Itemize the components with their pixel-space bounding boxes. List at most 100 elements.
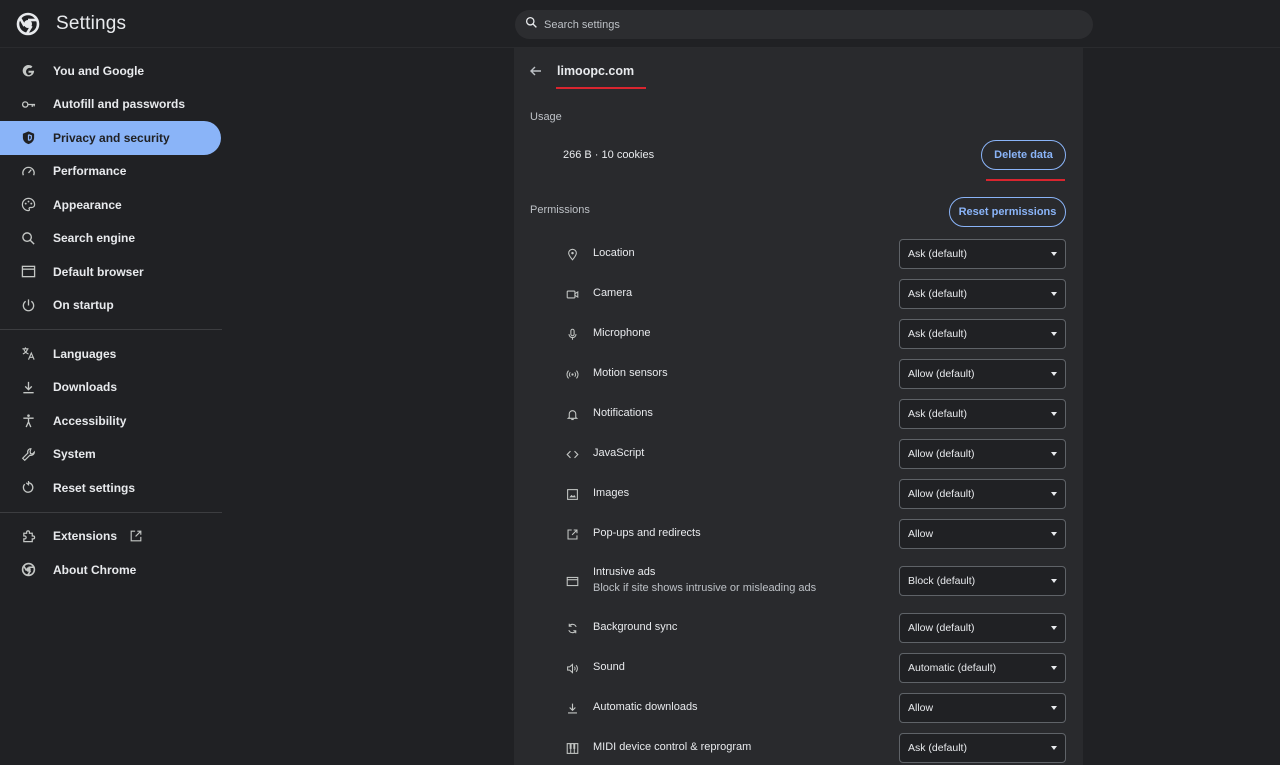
- permission-select-images[interactable]: Allow (default): [899, 479, 1066, 509]
- speedometer-icon: [20, 163, 36, 179]
- select-value: Allow (default): [908, 622, 975, 634]
- sidebar-item-performance[interactable]: Performance: [0, 155, 221, 189]
- delete-data-button[interactable]: Delete data: [981, 140, 1066, 170]
- permission-select-midi-device-control-reprogram[interactable]: Ask (default): [899, 733, 1066, 763]
- sidebar-item-accessibility[interactable]: Accessibility: [0, 404, 221, 438]
- select-value: Ask (default): [908, 248, 967, 260]
- sidebar-item-on-startup[interactable]: On startup: [0, 289, 221, 323]
- speaker-icon: [565, 661, 579, 675]
- annotation-underline: [986, 179, 1065, 181]
- permission-select-microphone[interactable]: Ask (default): [899, 319, 1066, 349]
- permission-select-location[interactable]: Ask (default): [899, 239, 1066, 269]
- search-bar[interactable]: [515, 10, 1093, 39]
- select-value: Automatic (default): [908, 662, 997, 674]
- site-title: limoopc.com: [557, 64, 635, 78]
- permission-select-background-sync[interactable]: Allow (default): [899, 613, 1066, 643]
- permission-row-pop-ups-and-redirects: Pop-ups and redirects Allow: [514, 514, 1083, 554]
- select-value: Ask (default): [908, 328, 967, 340]
- reset-icon: [20, 480, 36, 496]
- location-pin-icon: [565, 247, 579, 261]
- permission-row-javascript: JavaScript Allow (default): [514, 434, 1083, 474]
- download-icon: [565, 701, 579, 715]
- google-icon: [20, 63, 36, 79]
- sidebar-item-label: You and Google: [53, 63, 145, 78]
- reset-permissions-button[interactable]: Reset permissions: [949, 197, 1066, 227]
- sidebar-item-search-engine[interactable]: Search engine: [0, 222, 221, 256]
- permission-label: Motion sensors: [593, 367, 668, 379]
- caret-down-icon: [1051, 706, 1057, 710]
- permission-label: MIDI device control & reprogram: [593, 741, 752, 753]
- microphone-icon: [565, 327, 579, 341]
- permission-label: Intrusive ads: [593, 566, 656, 578]
- search-icon: [525, 16, 538, 34]
- open-external-icon: [565, 527, 579, 541]
- site-details-card: limoopc.com Usage 266 B · 10 cookies Del…: [514, 48, 1083, 765]
- sidebar-item-extensions[interactable]: Extensions: [0, 520, 221, 554]
- top-bar: Settings: [0, 0, 1280, 48]
- sidebar-divider: [0, 511, 222, 513]
- search-icon: [20, 230, 36, 246]
- permission-description: Block if site shows intrusive or mislead…: [593, 582, 817, 594]
- permission-row-automatic-downloads: Automatic downloads Allow: [514, 688, 1083, 728]
- permission-select-automatic-downloads[interactable]: Allow: [899, 693, 1066, 723]
- permission-select-javascript[interactable]: Allow (default): [899, 439, 1066, 469]
- permission-label: Notifications: [593, 407, 653, 419]
- permission-row-notifications: Notifications Ask (default): [514, 394, 1083, 434]
- sidebar-item-about-chrome[interactable]: About Chrome: [0, 553, 221, 587]
- permission-select-notifications[interactable]: Ask (default): [899, 399, 1066, 429]
- sidebar-item-system[interactable]: System: [0, 438, 221, 472]
- permission-select-camera[interactable]: Ask (default): [899, 279, 1066, 309]
- permission-row-location: Location Ask (default): [514, 234, 1083, 274]
- key-icon: [20, 96, 36, 112]
- power-icon: [20, 297, 36, 313]
- select-value: Allow (default): [908, 488, 975, 500]
- permission-row-intrusive-ads: Intrusive ads Block if site shows intrusi…: [514, 554, 1083, 608]
- sidebar-item-label: Reset settings: [53, 480, 136, 495]
- select-value: Ask (default): [908, 408, 967, 420]
- caret-down-icon: [1051, 412, 1057, 416]
- sidebar-divider: [0, 329, 222, 330]
- shield-icon: [20, 130, 36, 146]
- download-icon: [20, 379, 36, 395]
- sidebar-item-label: Performance: [53, 164, 127, 179]
- sidebar-item-appearance[interactable]: Appearance: [0, 188, 221, 222]
- sidebar-item-privacy-and-security[interactable]: Privacy and security: [0, 121, 221, 155]
- chrome-logo-icon: [16, 12, 40, 36]
- permission-row-motion-sensors: Motion sensors Allow (default): [514, 354, 1083, 394]
- permission-select-sound[interactable]: Automatic (default): [899, 653, 1066, 683]
- sidebar-item-languages[interactable]: Languages: [0, 337, 221, 371]
- caret-down-icon: [1051, 666, 1057, 670]
- select-value: Block (default): [908, 575, 976, 587]
- permission-select-intrusive-ads[interactable]: Block (default): [899, 566, 1066, 596]
- sidebar-item-label: Downloads: [53, 380, 118, 395]
- page-title: Settings: [56, 13, 127, 34]
- camera-icon: [565, 287, 579, 301]
- select-value: Allow: [908, 702, 934, 714]
- sidebar-item-autofill-and-passwords[interactable]: Autofill and passwords: [0, 88, 221, 122]
- search-input[interactable]: [544, 18, 1064, 31]
- sidebar-item-downloads[interactable]: Downloads: [0, 371, 221, 405]
- back-arrow-icon[interactable]: [529, 64, 543, 78]
- sidebar-item-default-browser[interactable]: Default browser: [0, 255, 221, 289]
- sync-icon: [565, 621, 579, 635]
- permission-select-pop-ups-and-redirects[interactable]: Allow: [899, 519, 1066, 549]
- accessibility-icon: [20, 413, 36, 429]
- sidebar-item-reset-settings[interactable]: Reset settings: [0, 471, 221, 505]
- permissions-heading: Permissions: [530, 204, 590, 216]
- select-value: Allow (default): [908, 368, 975, 380]
- sidebar: You and Google Autofill and passwords Priv…: [0, 54, 222, 587]
- permission-select-motion-sensors[interactable]: Allow (default): [899, 359, 1066, 389]
- permission-label: Images: [593, 487, 630, 499]
- sidebar-item-label: Extensions: [53, 529, 118, 544]
- select-value: Ask (default): [908, 288, 967, 300]
- caret-down-icon: [1051, 372, 1057, 376]
- sidebar-item-label: On startup: [53, 298, 114, 313]
- select-value: Allow (default): [908, 448, 975, 460]
- caret-down-icon: [1051, 252, 1057, 256]
- select-value: Ask (default): [908, 742, 967, 754]
- permission-label: Camera: [593, 287, 633, 299]
- sidebar-item-you-and-google[interactable]: You and Google: [0, 54, 221, 88]
- permission-label: Pop-ups and redirects: [593, 527, 701, 539]
- wrench-icon: [20, 446, 36, 462]
- piano-keys-icon: [565, 741, 579, 755]
